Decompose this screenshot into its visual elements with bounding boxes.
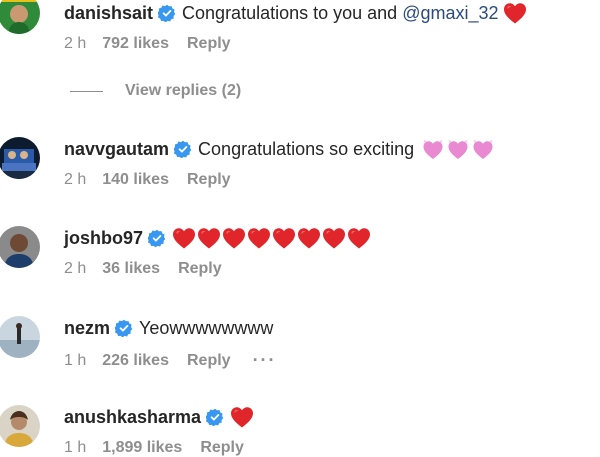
reply-button[interactable]: Reply (187, 352, 231, 370)
sparkling-heart-icon (446, 138, 470, 160)
comment-line: nezm Yeowwwwwwww (64, 313, 273, 343)
sparkling-heart-icon (471, 138, 495, 160)
comment-meta: 1 h 226 likes Reply ··· (64, 350, 277, 371)
red-heart-icon (230, 406, 254, 428)
username[interactable]: anushkasharma (64, 407, 201, 428)
mention-link[interactable]: @gmaxi_32 (402, 3, 498, 24)
comment-line: anushkasharma (64, 402, 254, 432)
verified-badge-icon (174, 140, 192, 158)
comment-line: joshbo97 (64, 223, 371, 253)
red-heart-icon (172, 227, 196, 249)
red-heart-icon (247, 227, 271, 249)
emoji-group (172, 227, 371, 249)
sparkling-heart-icon (421, 138, 445, 160)
reply-button[interactable]: Reply (178, 260, 222, 278)
timestamp[interactable]: 2 h (64, 260, 86, 278)
comment-meta: 1 h 1,899 likes Reply (64, 439, 244, 457)
likes-count[interactable]: 792 likes (102, 35, 169, 53)
timestamp[interactable]: 1 h (64, 439, 86, 457)
avatar[interactable] (0, 226, 40, 268)
red-heart-icon (297, 227, 321, 249)
red-heart-icon (272, 227, 296, 249)
avatar[interactable] (0, 405, 40, 447)
comment-line: danishsait Congratulations to you and @g… (64, 0, 527, 28)
view-replies-label: View replies (2) (125, 82, 242, 99)
reply-button[interactable]: Reply (187, 171, 231, 189)
verified-badge-icon (206, 408, 224, 426)
timestamp[interactable]: 2 h (64, 35, 86, 53)
red-heart-icon (222, 227, 246, 249)
likes-count[interactable]: 140 likes (102, 171, 169, 189)
emoji-group (230, 406, 254, 428)
red-heart-icon (347, 227, 371, 249)
emoji-group (503, 2, 527, 24)
timestamp[interactable]: 2 h (64, 171, 86, 189)
emoji-group (421, 138, 495, 160)
red-heart-icon (197, 227, 221, 249)
reply-button[interactable]: Reply (187, 35, 231, 53)
verified-badge-icon (158, 4, 176, 22)
comment-text: Congratulations so exciting (198, 138, 415, 159)
verified-badge-icon (115, 319, 133, 337)
comment-text: Yeowwwwwwww (139, 317, 274, 338)
verified-badge-icon (148, 229, 166, 247)
comment-line: navvgautam Congratulations so exciting (64, 134, 495, 164)
more-options-button[interactable]: ··· (253, 350, 277, 371)
timestamp[interactable]: 1 h (64, 352, 86, 370)
avatar[interactable] (0, 316, 40, 358)
username[interactable]: joshbo97 (64, 228, 143, 249)
likes-count[interactable]: 226 likes (102, 352, 169, 370)
username[interactable]: danishsait (64, 3, 153, 24)
likes-count[interactable]: 36 likes (102, 260, 160, 278)
divider (70, 90, 103, 92)
likes-count[interactable]: 1,899 likes (102, 439, 182, 457)
comment-meta: 2 h 36 likes Reply (64, 260, 222, 278)
avatar[interactable] (0, 137, 40, 179)
avatar[interactable] (0, 0, 40, 34)
comment-text: Congratulations to you and (182, 2, 398, 23)
view-replies-button[interactable]: View replies (2) (70, 82, 241, 100)
comment-meta: 2 h 792 likes Reply (64, 35, 231, 53)
red-heart-icon (503, 2, 527, 24)
username[interactable]: navvgautam (64, 139, 169, 160)
username[interactable]: nezm (64, 318, 110, 339)
comment-meta: 2 h 140 likes Reply (64, 171, 231, 189)
red-heart-icon (322, 227, 346, 249)
reply-button[interactable]: Reply (200, 439, 244, 457)
